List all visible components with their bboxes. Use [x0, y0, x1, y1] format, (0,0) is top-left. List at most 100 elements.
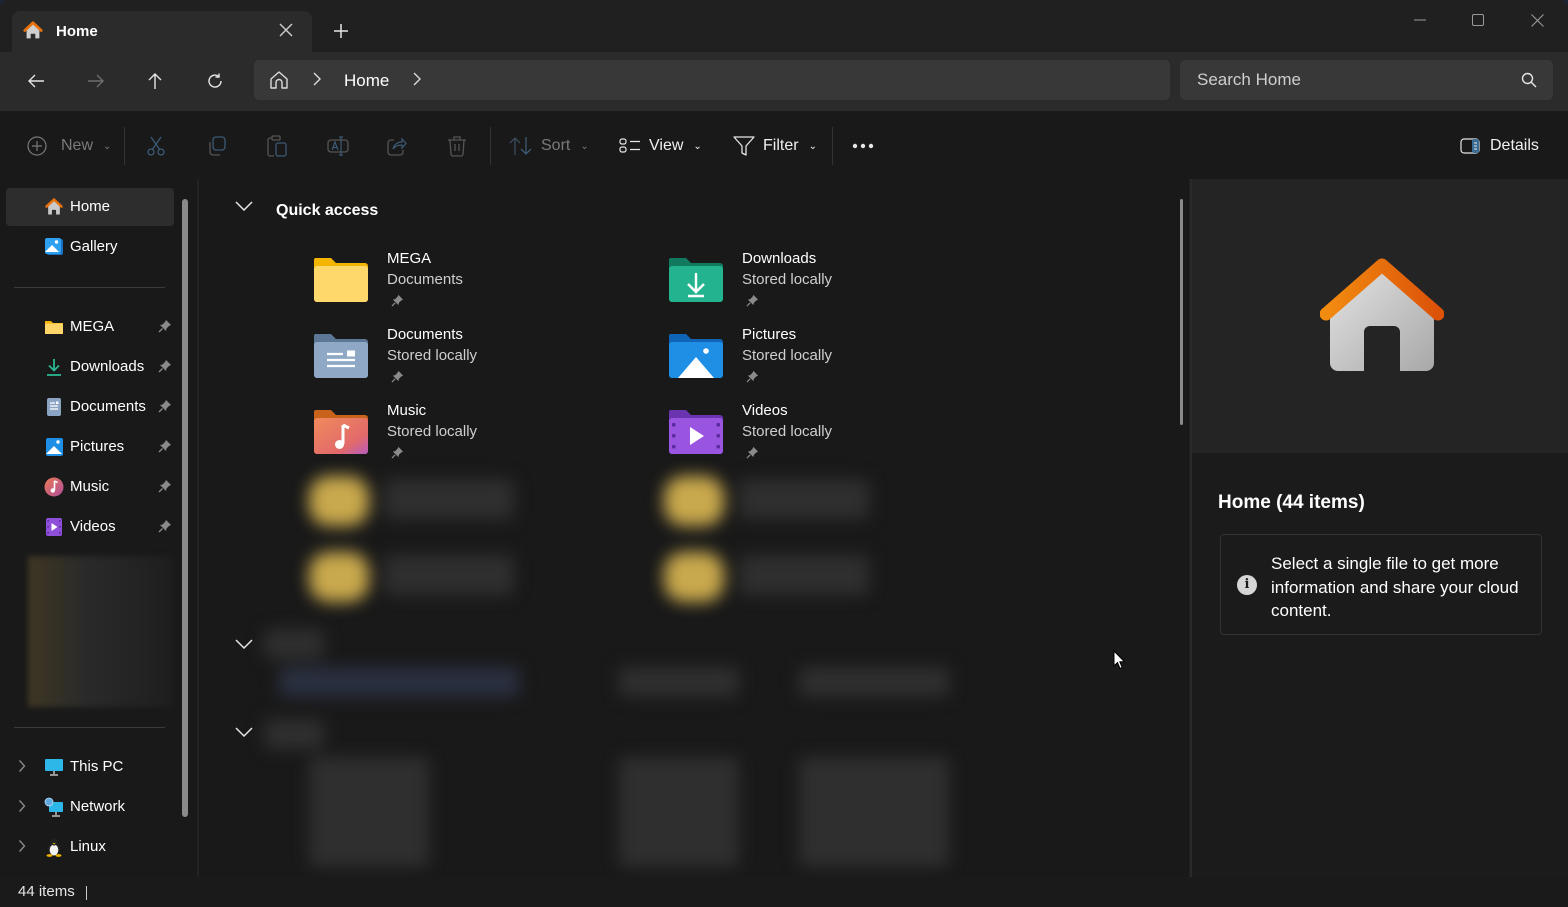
music-icon: [44, 477, 64, 497]
more-options-button[interactable]: [852, 133, 874, 159]
tab-title: Home: [56, 23, 98, 40]
linux-icon: [46, 838, 62, 857]
maximize-button[interactable]: [1455, 6, 1501, 34]
chevron-right-icon[interactable]: [312, 71, 322, 87]
sort-label: Sort: [541, 137, 571, 154]
navigation-bar: Home: [0, 52, 1568, 110]
chevron-down-icon: ⌄: [580, 140, 589, 152]
copy-button[interactable]: [207, 133, 227, 159]
sidebar-item-label: Documents: [70, 398, 146, 415]
chevron-down-icon: ⌄: [808, 140, 817, 152]
network-icon: [44, 797, 63, 817]
pin-icon[interactable]: [158, 519, 172, 533]
pin-icon[interactable]: [158, 319, 172, 333]
cut-button[interactable]: [147, 133, 165, 159]
sidebar-item-music[interactable]: Music: [6, 468, 174, 506]
sidebar-item-label: Videos: [70, 518, 116, 535]
content-pane: Quick access MEGA Documents Downloads St…: [199, 179, 1189, 877]
minimize-icon: [1414, 19, 1426, 21]
refresh-icon: [208, 73, 222, 88]
address-bar[interactable]: Home: [254, 60, 1170, 100]
rename-icon: [327, 136, 349, 156]
sidebar-item-label: MEGA: [70, 318, 115, 335]
home-outline-icon: [270, 71, 288, 89]
sidebar-scrollbar[interactable]: [182, 199, 188, 817]
sidebar-item-documents[interactable]: Documents: [6, 388, 174, 426]
sidebar-item-this-pc[interactable]: This PC: [6, 748, 174, 786]
home-icon: [23, 21, 43, 39]
chevron-right-icon[interactable]: [18, 799, 26, 813]
view-button[interactable]: View ⌄: [619, 133, 702, 159]
pin-icon[interactable]: [158, 359, 172, 373]
blurred-sidebar-items: [28, 556, 174, 707]
new-button[interactable]: New ⌄: [27, 133, 111, 159]
copy-icon: [209, 136, 226, 156]
chevron-down-icon: [235, 639, 253, 650]
search-input[interactable]: [1180, 60, 1553, 100]
sidebar-item-network[interactable]: Network: [6, 788, 174, 826]
filter-button[interactable]: Filter ⌄: [733, 133, 817, 159]
search-box[interactable]: [1180, 60, 1553, 100]
divider: [86, 886, 87, 900]
close-tab-icon[interactable]: [276, 21, 296, 41]
section-toggle[interactable]: [235, 724, 253, 741]
sidebar-item-label: Network: [70, 798, 126, 815]
home-icon: [45, 198, 63, 215]
sidebar-item-pictures[interactable]: Pictures: [6, 428, 174, 466]
status-bar: 44 items: [0, 877, 1568, 907]
sort-icon: [509, 137, 532, 155]
details-pane-button[interactable]: Details: [1460, 133, 1539, 159]
arrow-left-icon: [28, 74, 44, 88]
refresh-button[interactable]: [199, 66, 231, 96]
chevron-down-icon: ⌄: [693, 140, 702, 152]
forward-button[interactable]: [80, 66, 112, 96]
up-button[interactable]: [139, 66, 171, 96]
folder-icon: [45, 321, 63, 334]
pin-icon[interactable]: [158, 479, 172, 493]
sidebar-item-videos[interactable]: Videos: [6, 508, 174, 546]
navigation-pane: Home Gallery MEGA Downloads Documents Pi…: [0, 179, 199, 877]
close-icon: [1530, 13, 1544, 27]
tab-home[interactable]: Home: [12, 11, 312, 52]
close-window-button[interactable]: [1514, 6, 1560, 34]
sidebar-item-home[interactable]: Home: [6, 188, 174, 226]
share-button[interactable]: [387, 133, 407, 159]
details-preview: [1192, 179, 1568, 453]
pin-icon[interactable]: [158, 399, 172, 413]
sidebar-item-linux[interactable]: Linux: [6, 828, 174, 866]
sidebar-item-label: Pictures: [70, 438, 125, 455]
delete-button[interactable]: [447, 133, 467, 159]
chevron-right-icon[interactable]: [18, 839, 26, 853]
new-label: New: [61, 137, 94, 154]
arrow-right-icon: [88, 74, 104, 88]
paste-icon: [267, 135, 287, 157]
sidebar-item-gallery[interactable]: Gallery: [6, 228, 174, 266]
breadcrumb-home[interactable]: Home: [344, 71, 389, 91]
add-circle-icon: [27, 136, 47, 156]
sidebar-item-downloads[interactable]: Downloads: [6, 348, 174, 386]
divider: [832, 127, 833, 165]
section-toggle[interactable]: [235, 636, 253, 653]
share-icon: [387, 137, 407, 156]
gallery-icon: [45, 238, 63, 255]
content-scrollbar[interactable]: [1180, 199, 1183, 425]
back-button[interactable]: [20, 66, 52, 96]
minimize-button[interactable]: [1397, 6, 1443, 34]
filter-icon: [733, 136, 755, 156]
paste-button[interactable]: [267, 133, 287, 159]
details-info-text: Select a single file to get more informa…: [1271, 554, 1519, 620]
divider: [14, 287, 165, 288]
sort-button[interactable]: Sort ⌄: [509, 133, 589, 159]
rename-button[interactable]: [327, 133, 349, 159]
pin-icon[interactable]: [158, 439, 172, 453]
details-pane: Home (44 items) i Select a single file t…: [1190, 179, 1568, 877]
maximize-icon: [1472, 14, 1484, 26]
chevron-right-icon[interactable]: [412, 71, 422, 87]
new-tab-button[interactable]: [330, 20, 352, 42]
sidebar-item-mega[interactable]: MEGA: [6, 308, 174, 346]
chevron-right-icon[interactable]: [18, 759, 26, 773]
details-label: Details: [1490, 137, 1539, 154]
details-pane-icon: [1460, 138, 1480, 154]
search-icon: [1521, 72, 1537, 88]
sidebar-item-label: Home: [70, 198, 111, 215]
